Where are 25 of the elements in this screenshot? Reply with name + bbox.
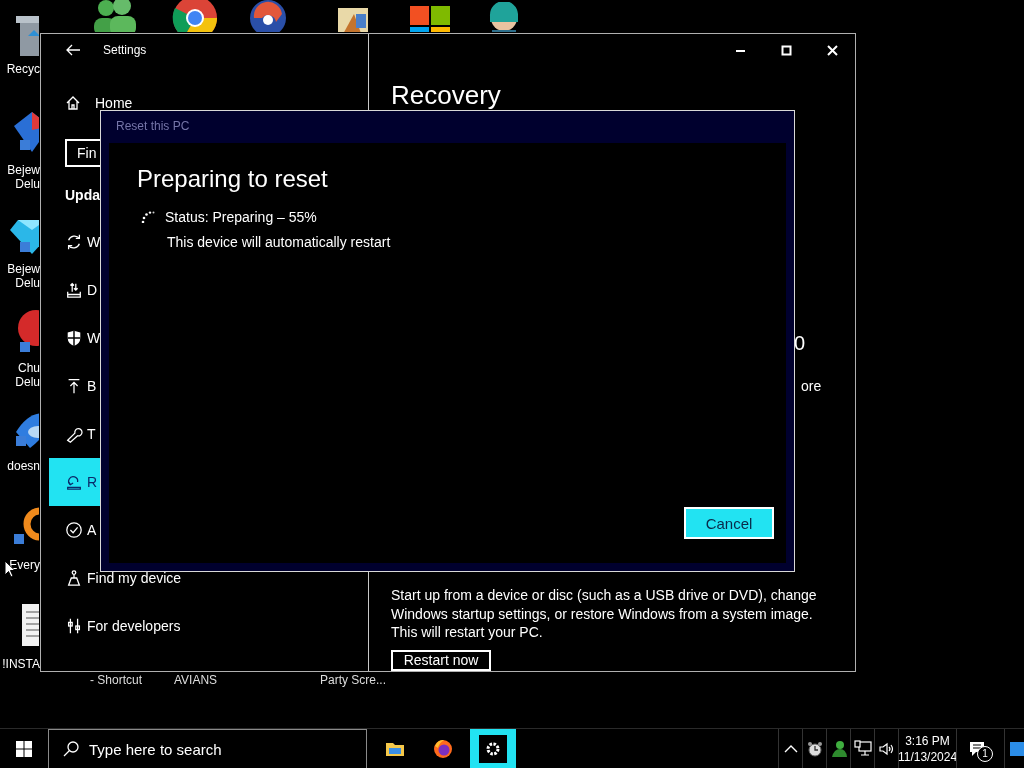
desktop-icon-label: Delu: [15, 375, 40, 389]
desktop-icon-label: AVIANS: [174, 674, 218, 687]
section-heading: Upda: [65, 186, 101, 205]
desktop-icon-label: Delu: [15, 177, 40, 191]
desktop-icon-label: Bejew: [7, 262, 40, 276]
window-title: Settings: [103, 43, 147, 57]
page-heading: Recovery: [391, 81, 501, 109]
dialog-title: Reset this PC: [115, 118, 191, 135]
restart-note: This device will automatically restart: [167, 233, 392, 252]
desktop-icon-label: Bejew: [7, 163, 40, 177]
desktop-icon-label: doesn: [7, 459, 40, 473]
description-text: Start up from a device or disc (such as a USB drive or DVD), change Windows startup settings, or restore Windows from a system image. This will restart your PC.: [391, 586, 818, 642]
desktop-icon-label: Every: [9, 558, 40, 572]
dialog-heading: Preparing to reset: [137, 164, 329, 194]
status-text: Status: Preparing – 55%: [165, 208, 317, 227]
desktop-icon-label: - Shortcut: [90, 674, 143, 687]
desktop-icon-label: Recyc: [6, 62, 40, 76]
desktop-icon-label: Chu: [18, 361, 40, 375]
partial-text: 0: [794, 331, 807, 355]
partial-text: ore: [801, 377, 823, 395]
notification-count: 1: [977, 746, 993, 762]
search-placeholder: Type here to search: [89, 740, 222, 758]
desktop-icon-label: Party Scre...: [320, 674, 387, 687]
desktop-icon-label: !INSTA: [2, 657, 40, 671]
desktop-icon-label: Delu: [15, 276, 40, 290]
